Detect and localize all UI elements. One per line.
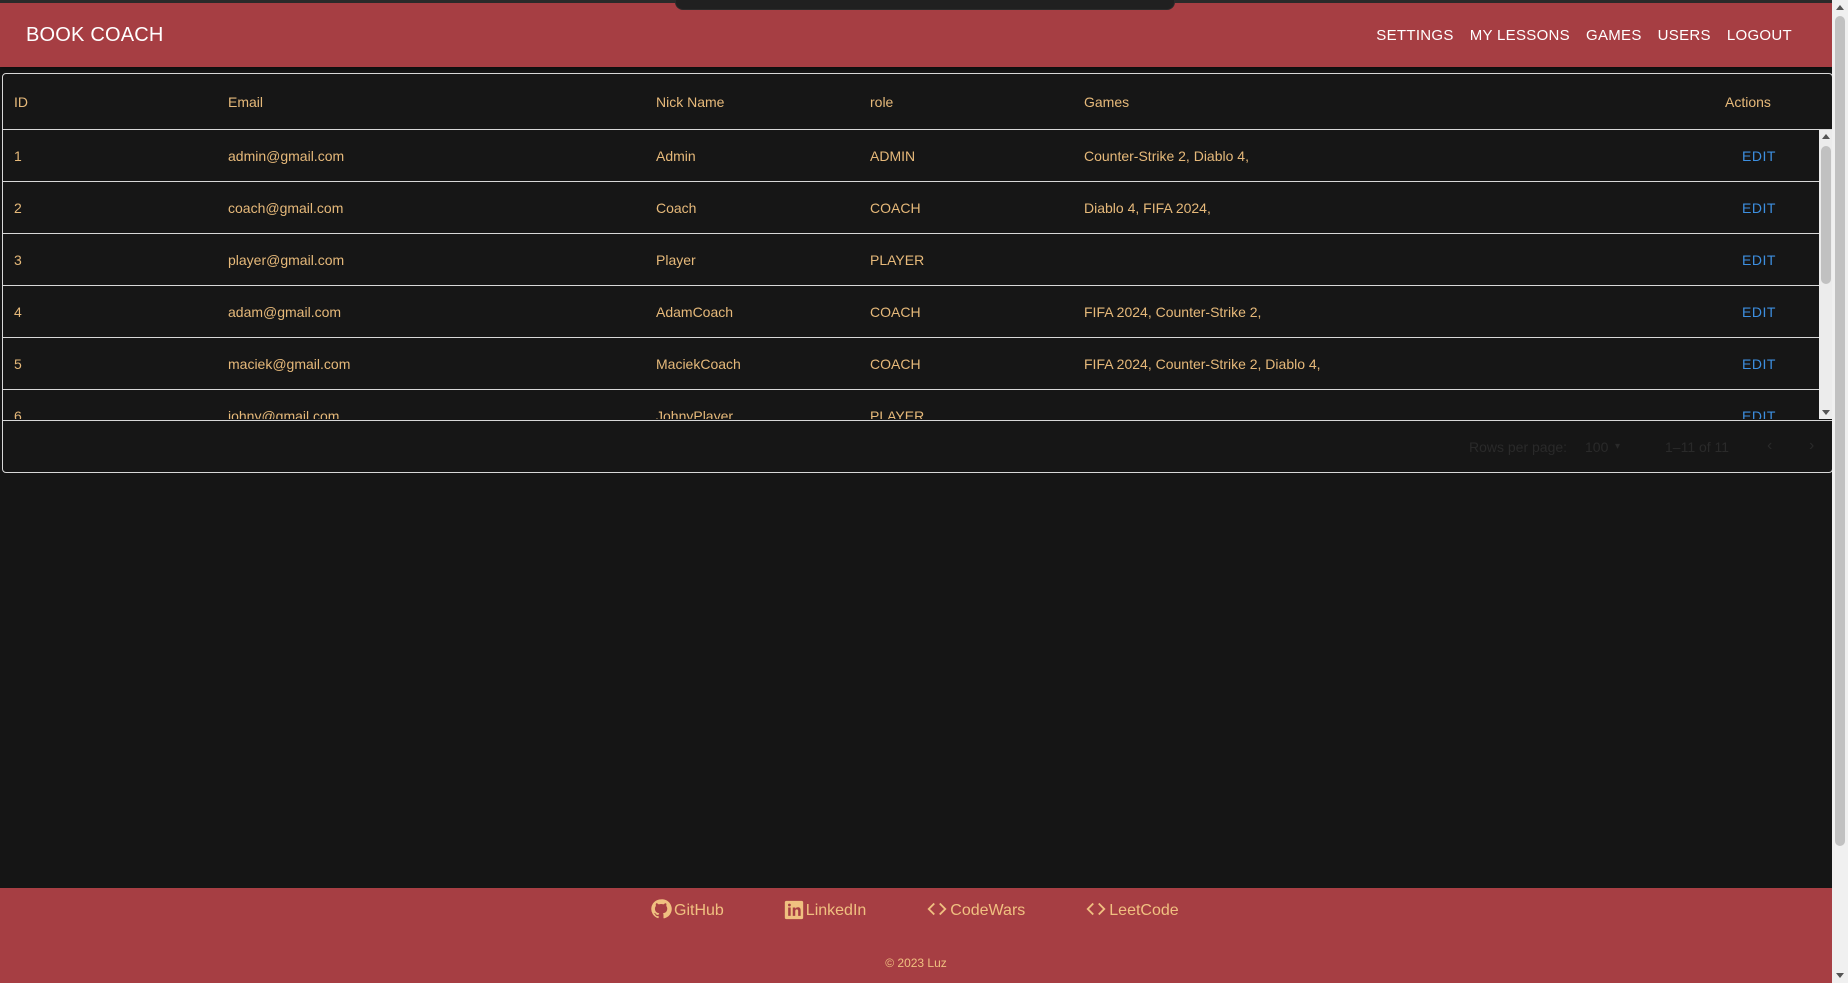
edit-button[interactable]: EDIT <box>1742 408 1776 419</box>
column-header-actions: Actions <box>1725 94 1771 110</box>
github-link[interactable]: GitHub <box>650 898 724 920</box>
scroll-thumb[interactable] <box>1821 146 1831 284</box>
cell-role: COACH <box>870 304 921 320</box>
edit-button[interactable]: EDIT <box>1742 356 1776 372</box>
table-scrollbar[interactable] <box>1819 130 1832 419</box>
edit-button[interactable]: EDIT <box>1742 148 1776 164</box>
github-icon <box>651 899 672 919</box>
column-header-nick-name[interactable]: Nick Name <box>656 94 724 110</box>
edit-button[interactable]: EDIT <box>1742 304 1776 320</box>
leetcode-link[interactable]: LeetCode <box>1085 898 1179 920</box>
column-header-email[interactable]: Email <box>228 94 263 110</box>
edit-button[interactable]: EDIT <box>1742 200 1776 216</box>
nav-logout[interactable]: LOGOUT <box>1719 27 1800 44</box>
table-header: ID Email Nick Name role Games Actions <box>3 74 1832 130</box>
code-icon <box>1086 902 1106 916</box>
pagination-range: 1–11 of 11 <box>1665 439 1730 455</box>
cell-games: Diablo 4, FIFA 2024, <box>1084 200 1211 216</box>
table-row: 6 johny@gmail.com JohnyPlayer PLAYER EDI… <box>3 390 1819 419</box>
linkedin-icon <box>784 900 803 920</box>
table-row: 3 player@gmail.com Player PLAYER EDIT <box>3 234 1819 286</box>
linkedin-link[interactable]: LinkedIn <box>784 898 867 920</box>
cell-email: player@gmail.com <box>228 252 345 268</box>
cell-id: 4 <box>14 304 22 320</box>
table-body[interactable]: 1 admin@gmail.com Admin ADMIN Counter-St… <box>3 130 1819 419</box>
table-row: 1 admin@gmail.com Admin ADMIN Counter-St… <box>3 130 1819 182</box>
cell-nick-name: MaciekCoach <box>656 356 741 372</box>
nav-settings[interactable]: SETTINGS <box>1368 27 1461 44</box>
cell-id: 2 <box>14 200 22 216</box>
column-header-games[interactable]: Games <box>1084 94 1129 110</box>
app-title[interactable]: BOOK COACH <box>26 24 164 47</box>
scroll-up-icon[interactable] <box>1836 5 1844 10</box>
cell-games: FIFA 2024, Counter-Strike 2, Diablo 4, <box>1084 356 1321 372</box>
cell-email: johny@gmail.com <box>228 408 340 419</box>
nav-users[interactable]: USERS <box>1650 27 1719 44</box>
footer-links: GitHub LinkedIn CodeWars LeetCode <box>650 898 1179 920</box>
column-header-role[interactable]: role <box>870 94 893 110</box>
codewars-link[interactable]: CodeWars <box>926 898 1025 920</box>
browser-top-strip <box>675 0 1175 10</box>
scroll-thumb[interactable] <box>1835 16 1845 846</box>
table-row: 5 maciek@gmail.com MaciekCoach COACH FIF… <box>3 338 1819 390</box>
users-table: ID Email Nick Name role Games Actions 1 … <box>2 73 1833 473</box>
cell-email: maciek@gmail.com <box>228 356 351 372</box>
scroll-up-icon[interactable] <box>1822 134 1830 139</box>
app-bar: BOOK COACH SETTINGS MY LESSONS GAMES USE… <box>0 0 1832 67</box>
cell-id: 5 <box>14 356 22 372</box>
main-nav: SETTINGS MY LESSONS GAMES USERS LOGOUT <box>1368 27 1800 44</box>
next-page-icon[interactable]: › <box>1809 437 1814 455</box>
cell-role: ADMIN <box>870 148 916 164</box>
dropdown-arrow-icon[interactable]: ▾ <box>1615 441 1620 452</box>
cell-nick-name: Admin <box>656 148 696 164</box>
cell-games: Counter-Strike 2, Diablo 4, <box>1084 148 1249 164</box>
nav-games[interactable]: GAMES <box>1578 27 1650 44</box>
previous-page-icon[interactable]: ‹ <box>1767 437 1772 455</box>
page-scrollbar[interactable] <box>1832 0 1848 983</box>
cell-nick-name: Player <box>656 252 696 268</box>
cell-role: COACH <box>870 356 921 372</box>
cell-email: adam@gmail.com <box>228 304 342 320</box>
rows-per-page-select[interactable]: 100 <box>1585 439 1608 455</box>
cell-id: 1 <box>14 148 22 164</box>
leetcode-link-label: LeetCode <box>1109 902 1179 919</box>
github-link-label: GitHub <box>674 902 724 919</box>
table-row: 2 coach@gmail.com Coach COACH Diablo 4, … <box>3 182 1819 234</box>
cell-id: 6 <box>14 408 22 419</box>
rows-per-page-label: Rows per page: <box>1469 439 1568 455</box>
scroll-down-icon[interactable] <box>1836 973 1844 978</box>
column-header-id[interactable]: ID <box>14 94 28 110</box>
scroll-down-icon[interactable] <box>1822 410 1830 415</box>
linkedin-link-label: LinkedIn <box>805 902 867 919</box>
cell-role: COACH <box>870 200 921 216</box>
table-row: 4 adam@gmail.com AdamCoach COACH FIFA 20… <box>3 286 1819 338</box>
cell-role: PLAYER <box>870 252 925 268</box>
codewars-link-label: CodeWars <box>950 902 1026 919</box>
footer: GitHub LinkedIn CodeWars LeetCode © 2023… <box>0 888 1832 983</box>
cell-email: admin@gmail.com <box>228 148 345 164</box>
cell-nick-name: JohnyPlayer <box>656 408 734 419</box>
edit-button[interactable]: EDIT <box>1742 252 1776 268</box>
code-icon <box>927 902 947 916</box>
cell-nick-name: Coach <box>656 200 697 216</box>
nav-my-lessons[interactable]: MY LESSONS <box>1462 27 1578 44</box>
table-pagination: Rows per page: 100 ▾ 1–11 of 11 ‹ › <box>3 420 1832 472</box>
cell-nick-name: AdamCoach <box>656 304 734 320</box>
cell-email: coach@gmail.com <box>228 200 344 216</box>
copyright: © 2023 Luz <box>885 956 947 970</box>
cell-role: PLAYER <box>870 408 925 419</box>
cell-id: 3 <box>14 252 22 268</box>
cell-games: FIFA 2024, Counter-Strike 2, <box>1084 304 1262 320</box>
